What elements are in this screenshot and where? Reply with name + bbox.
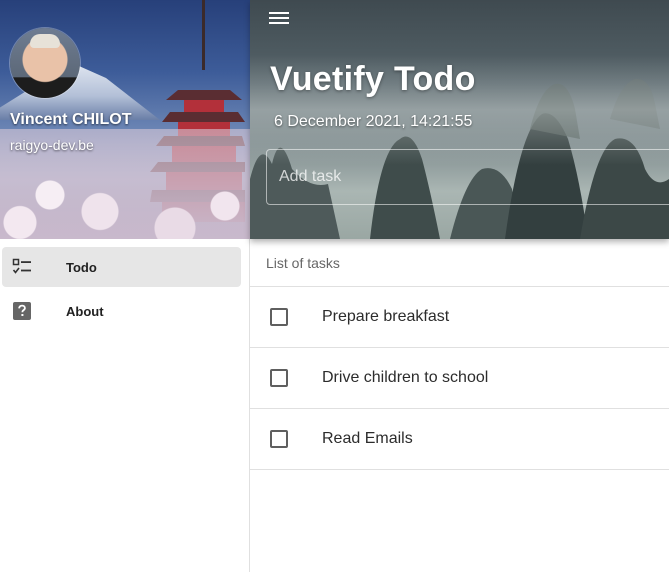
task-title: Prepare breakfast: [322, 308, 450, 325]
list-item[interactable]: Prepare breakfast: [250, 287, 669, 348]
user-name: Vincent CHILOT: [10, 111, 132, 128]
list-item[interactable]: Drive children to school: [250, 348, 669, 409]
nav-item-todo[interactable]: Todo: [2, 247, 241, 287]
task-checkbox[interactable]: [270, 369, 288, 387]
task-title: Drive children to school: [322, 369, 489, 386]
page-title: Vuetify Todo: [270, 60, 476, 98]
app-bar: Vuetify Todo 6 December 2021, 14:21:55: [250, 0, 669, 239]
nav-list: Todo About: [0, 239, 249, 331]
nav-item-about[interactable]: About: [2, 291, 241, 331]
live-date: 6 December 2021, 14:21:55: [274, 113, 473, 130]
help-box-icon: [11, 300, 33, 322]
navigation-drawer: Vincent CHILOT raigyo-dev.be Todo About: [0, 0, 250, 572]
add-task-input[interactable]: [266, 149, 669, 205]
checklist-icon: [11, 256, 33, 278]
task-title: Read Emails: [322, 430, 413, 447]
task-list: List of tasks Prepare breakfast Drive ch…: [250, 239, 669, 470]
profile-banner: Vincent CHILOT raigyo-dev.be: [0, 0, 250, 239]
task-checkbox[interactable]: [270, 430, 288, 448]
task-checkbox[interactable]: [270, 308, 288, 326]
list-item[interactable]: Read Emails: [250, 409, 669, 470]
main-content: Vuetify Todo 6 December 2021, 14:21:55 L…: [250, 0, 669, 572]
nav-item-label: About: [66, 303, 104, 319]
nav-item-label: Todo: [66, 259, 97, 275]
list-subheader: List of tasks: [250, 239, 669, 287]
user-email: raigyo-dev.be: [10, 137, 94, 153]
menu-icon[interactable]: [267, 9, 291, 27]
app: Vincent CHILOT raigyo-dev.be Todo About …: [0, 0, 669, 572]
avatar: [10, 28, 80, 98]
